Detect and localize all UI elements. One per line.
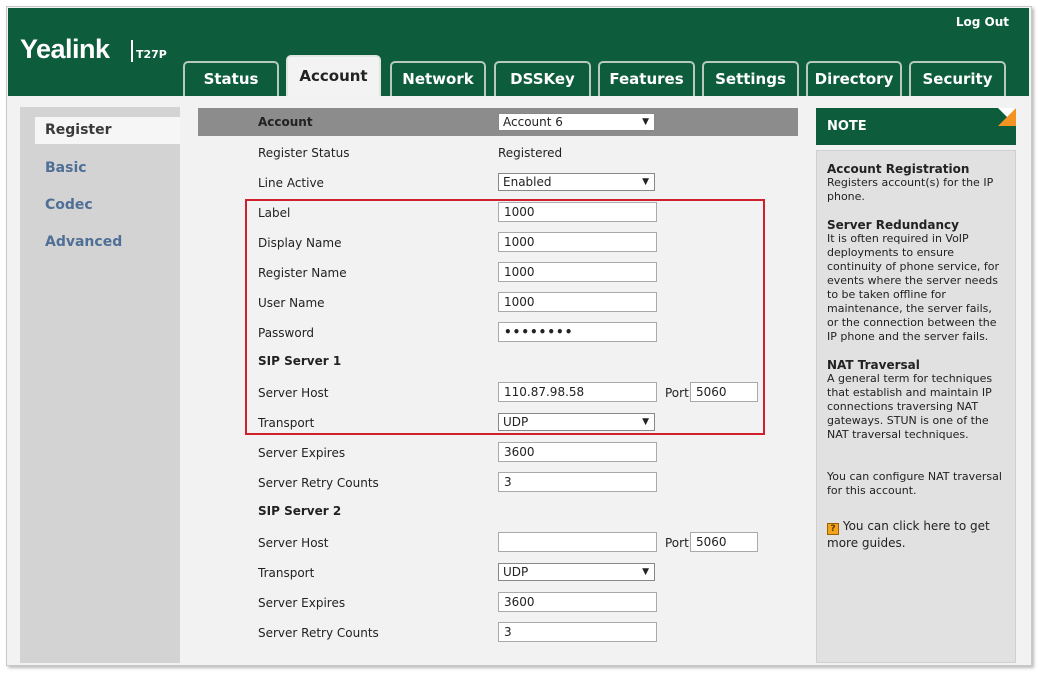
account-select[interactable]: Account 6 ▼	[498, 113, 655, 131]
model-name: T27P	[136, 48, 167, 61]
sip2-transport-select[interactable]: UDP ▼	[498, 563, 655, 581]
sidebar-item-basic[interactable]: Basic	[45, 160, 87, 176]
chevron-down-icon: ▼	[642, 117, 649, 127]
sip2-server-host-label: Server Host	[258, 536, 329, 550]
sip2-port-label: Port	[665, 536, 689, 550]
chevron-down-icon: ▼	[642, 567, 649, 577]
tab-features[interactable]: Features	[598, 61, 695, 96]
help-guide-icon: ?	[827, 523, 839, 535]
guide-link[interactable]: ? You can click here to get more guides.	[827, 518, 1005, 551]
sip2-server-host-input[interactable]	[498, 532, 657, 552]
nat-config-text: You can configure NAT traversal for this…	[827, 470, 1002, 497]
note-section-text: It is often required in VoIP deployments…	[827, 232, 999, 343]
tab-dsskey[interactable]: DSSKey	[494, 61, 591, 96]
logo-separator	[131, 40, 133, 62]
brand-logo: Yealink	[20, 34, 110, 64]
sip1-retry-counts-input[interactable]: 3	[498, 472, 657, 492]
logout-link[interactable]: Log Out	[956, 15, 1009, 29]
account-select-value: Account 6	[503, 115, 563, 129]
tab-status[interactable]: Status	[183, 61, 279, 96]
corner-fold-accent-icon	[998, 108, 1016, 126]
note-section-heading: Account Registration	[827, 162, 970, 176]
note-body: Account Registration Registers account(s…	[816, 150, 1016, 663]
sidebar-item-advanced[interactable]: Advanced	[45, 234, 122, 250]
sip2-retry-counts-label: Server Retry Counts	[258, 626, 379, 640]
note-section: Account Registration Registers account(s…	[827, 162, 1005, 204]
line-active-select[interactable]: Enabled ▼	[498, 173, 655, 191]
note-section-heading: NAT Traversal	[827, 358, 920, 372]
sip2-retry-counts-input[interactable]: 3	[498, 622, 657, 642]
note-title: NOTE	[827, 119, 867, 134]
note-section-text: Registers account(s) for the IP phone.	[827, 176, 994, 203]
line-active-label: Line Active	[258, 176, 324, 190]
sip2-server-expires-label: Server Expires	[258, 596, 346, 610]
note-section: NAT Traversal A general term for techniq…	[827, 358, 1005, 442]
sip1-server-expires-input[interactable]: 3600	[498, 442, 657, 462]
sip2-transport-label: Transport	[258, 566, 315, 580]
note-section-heading: Server Redundancy	[827, 218, 959, 232]
sidebar: Register Basic Codec Advanced	[20, 107, 180, 663]
sip1-retry-counts-label: Server Retry Counts	[258, 476, 379, 490]
sidebar-item-codec[interactable]: Codec	[45, 197, 93, 213]
register-status-value: Registered	[498, 146, 563, 160]
tab-settings[interactable]: Settings	[702, 61, 799, 96]
sip2-port-input[interactable]: 5060	[690, 532, 758, 552]
sidebar-item-register[interactable]: Register	[35, 117, 180, 144]
sip2-transport-value: UDP	[503, 565, 529, 579]
sip-server-2-title: SIP Server 2	[258, 504, 342, 518]
register-status-label: Register Status	[258, 146, 350, 160]
chevron-down-icon: ▼	[642, 177, 649, 187]
note-section-text: A general term for techniques that estab…	[827, 372, 993, 441]
tab-security[interactable]: Security	[909, 61, 1006, 96]
sip1-server-expires-label: Server Expires	[258, 446, 346, 460]
guide-link-text: You can click here to get more guides.	[827, 519, 990, 550]
note-section: Server Redundancy It is often required i…	[827, 218, 1005, 344]
highlight-box	[245, 199, 765, 435]
tab-network[interactable]: Network	[390, 61, 486, 96]
sip2-server-expires-input[interactable]: 3600	[498, 592, 657, 612]
line-active-value: Enabled	[503, 175, 552, 189]
tab-directory[interactable]: Directory	[806, 61, 902, 96]
note-header: NOTE	[816, 108, 1016, 145]
account-label: Account	[258, 115, 313, 129]
tab-account[interactable]: Account	[286, 55, 381, 96]
